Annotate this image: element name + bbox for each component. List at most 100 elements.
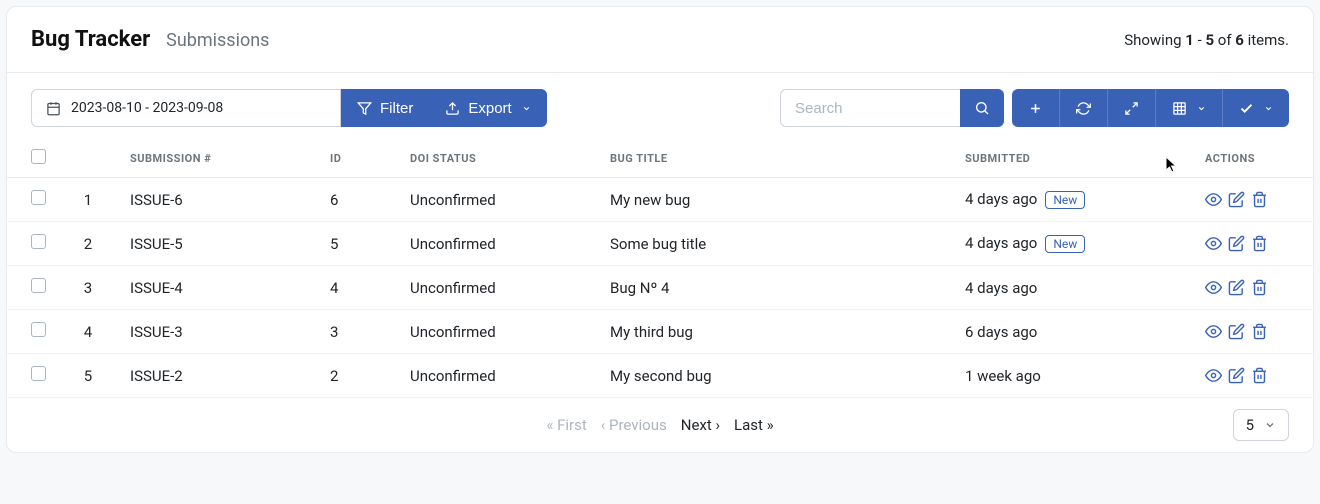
title-area: Bug Tracker Submissions <box>31 27 269 52</box>
row-actions <box>1205 279 1301 296</box>
col-doi-status[interactable]: DOI Status <box>398 139 598 178</box>
toolbar-right <box>780 89 1289 127</box>
row-submitted: 4 days ago <box>953 266 1193 310</box>
table-row: 2 ISSUE-5 5 Unconfirmed Some bug title 4… <box>7 222 1313 266</box>
pager-prev[interactable]: ‹ Previous <box>601 416 667 434</box>
row-id: 6 <box>318 178 398 222</box>
row-checkbox[interactable] <box>31 366 46 381</box>
pager-next[interactable]: Next › <box>681 416 720 434</box>
action-button-group <box>1012 89 1289 127</box>
col-submission[interactable]: Submission # <box>118 139 318 178</box>
view-icon[interactable] <box>1205 367 1222 384</box>
page-size-select[interactable]: 5 <box>1233 409 1289 441</box>
row-id: 5 <box>318 222 398 266</box>
row-doi-status: Unconfirmed <box>398 266 598 310</box>
select-all-checkbox[interactable] <box>31 149 46 164</box>
export-button[interactable]: Export <box>429 89 546 127</box>
row-submitted: 1 week ago <box>953 354 1193 398</box>
pager-first[interactable]: « First <box>546 416 586 434</box>
row-submitted: 4 days agoNew <box>953 178 1193 222</box>
pager: « First ‹ Previous Next › Last » <box>546 416 773 434</box>
pager-last[interactable]: Last » <box>734 416 774 434</box>
submissions-table: Submission # ID DOI Status Bug Title Sub… <box>7 139 1313 398</box>
row-actions <box>1205 323 1301 340</box>
search-wrap <box>780 89 1004 127</box>
grid-icon <box>1172 101 1187 116</box>
row-submission: ISSUE-6 <box>118 178 318 222</box>
row-index: 1 <box>58 178 118 222</box>
delete-icon[interactable] <box>1251 235 1268 252</box>
refresh-button[interactable] <box>1060 89 1108 127</box>
record-count: Showing 1 - 5 of 6 items. <box>1124 31 1289 49</box>
date-range-value: 2023-08-10 - 2023-09-08 <box>71 100 223 116</box>
row-checkbox[interactable] <box>31 234 46 249</box>
view-icon[interactable] <box>1205 235 1222 252</box>
edit-icon[interactable] <box>1228 279 1245 296</box>
total-count: 6 <box>1235 31 1244 49</box>
chevron-down-icon <box>522 104 531 113</box>
col-select-all <box>7 139 58 178</box>
columns-button[interactable] <box>1156 89 1223 127</box>
filter-button[interactable]: Filter <box>341 89 429 127</box>
edit-icon[interactable] <box>1228 235 1245 252</box>
chevron-down-icon <box>1197 104 1206 113</box>
col-index <box>58 139 118 178</box>
bulk-actions-button[interactable] <box>1223 89 1289 127</box>
filter-label: Filter <box>380 100 413 117</box>
col-id[interactable]: ID <box>318 139 398 178</box>
showing-prefix: Showing <box>1124 31 1185 49</box>
edit-icon[interactable] <box>1228 191 1245 208</box>
card-header: Bug Tracker Submissions Showing 1 - 5 of… <box>7 7 1313 72</box>
range-end: 5 <box>1205 31 1214 49</box>
view-icon[interactable] <box>1205 279 1222 296</box>
plus-icon <box>1028 101 1043 116</box>
of-text: of <box>1214 31 1235 49</box>
export-label: Export <box>468 100 511 117</box>
row-submission: ISSUE-3 <box>118 310 318 354</box>
search-input[interactable] <box>780 89 960 127</box>
col-bug-title[interactable]: Bug Title <box>598 139 953 178</box>
table-footer: « First ‹ Previous Next › Last » 5 <box>7 398 1313 452</box>
view-icon[interactable] <box>1205 191 1222 208</box>
row-submitted: 4 days agoNew <box>953 222 1193 266</box>
bug-tracker-card: Bug Tracker Submissions Showing 1 - 5 of… <box>6 6 1314 453</box>
delete-icon[interactable] <box>1251 323 1268 340</box>
delete-icon[interactable] <box>1251 279 1268 296</box>
check-icon <box>1239 101 1254 116</box>
col-actions: Actions <box>1193 139 1313 178</box>
row-id: 4 <box>318 266 398 310</box>
row-submission: ISSUE-5 <box>118 222 318 266</box>
row-bug-title: My third bug <box>598 310 953 354</box>
row-checkbox[interactable] <box>31 190 46 205</box>
row-id: 2 <box>318 354 398 398</box>
row-doi-status: Unconfirmed <box>398 310 598 354</box>
add-button[interactable] <box>1012 89 1060 127</box>
table-header-row: Submission # ID DOI Status Bug Title Sub… <box>7 139 1313 178</box>
toolbar: 2023-08-10 - 2023-09-08 Filter Export <box>7 73 1313 139</box>
col-submitted[interactable]: Submitted <box>953 139 1193 178</box>
row-submission: ISSUE-4 <box>118 266 318 310</box>
search-button[interactable] <box>960 89 1004 127</box>
date-range-picker[interactable]: 2023-08-10 - 2023-09-08 <box>31 89 341 127</box>
range-start: 1 <box>1185 31 1194 49</box>
page-size-value: 5 <box>1246 416 1254 434</box>
row-checkbox[interactable] <box>31 278 46 293</box>
edit-icon[interactable] <box>1228 367 1245 384</box>
refresh-icon <box>1076 101 1091 116</box>
row-bug-title: My second bug <box>598 354 953 398</box>
row-index: 5 <box>58 354 118 398</box>
row-doi-status: Unconfirmed <box>398 354 598 398</box>
edit-icon[interactable] <box>1228 323 1245 340</box>
row-submission: ISSUE-2 <box>118 354 318 398</box>
expand-button[interactable] <box>1108 89 1156 127</box>
status-badge: New <box>1045 191 1085 209</box>
row-doi-status: Unconfirmed <box>398 222 598 266</box>
row-index: 2 <box>58 222 118 266</box>
row-actions <box>1205 235 1301 252</box>
delete-icon[interactable] <box>1251 367 1268 384</box>
view-icon[interactable] <box>1205 323 1222 340</box>
row-checkbox[interactable] <box>31 322 46 337</box>
delete-icon[interactable] <box>1251 191 1268 208</box>
table-row: 1 ISSUE-6 6 Unconfirmed My new bug 4 day… <box>7 178 1313 222</box>
export-icon <box>445 101 460 116</box>
